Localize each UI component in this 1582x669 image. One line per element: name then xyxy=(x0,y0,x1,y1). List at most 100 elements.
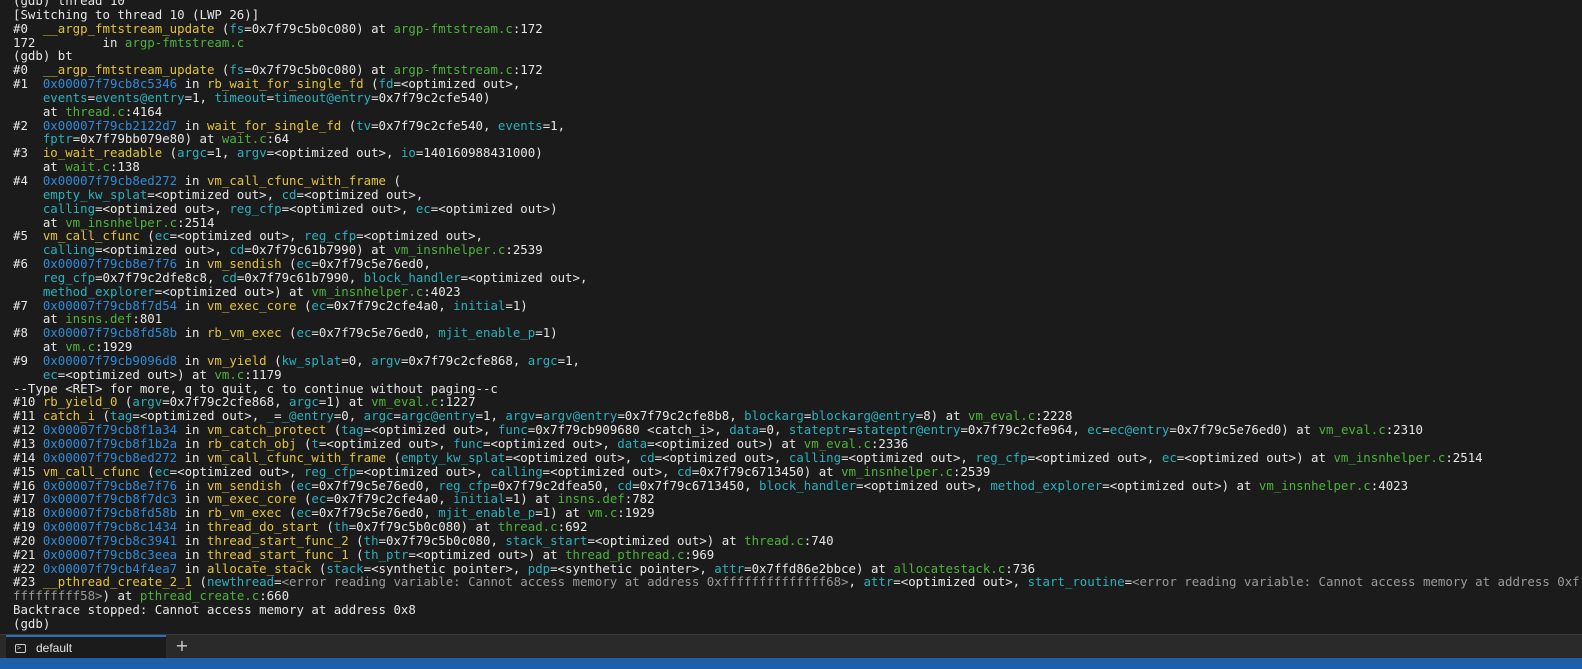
argument-name: ec xyxy=(154,463,170,479)
argument-name: pdp xyxy=(527,560,551,576)
terminal-text: =0x7f79c2cfe4a0, xyxy=(326,297,454,313)
terminal-text: ( xyxy=(117,394,133,410)
terminal-text: =<optimized out>, xyxy=(356,228,483,244)
terminal-text: #0 xyxy=(13,62,43,78)
terminal-text: =0x7f79c2cfe540) xyxy=(371,89,491,105)
terminal-text: :64 xyxy=(266,131,290,147)
terminal-line: empty_kw_splat=<optimized out>, cd=<opti… xyxy=(13,186,1580,202)
frame-address: 0x00007f79cb8fd58b xyxy=(42,505,178,521)
terminal-text: =<optimized out>, xyxy=(363,422,498,438)
terminal-text: :1929 xyxy=(95,339,133,355)
terminal-text: #4 xyxy=(13,172,43,188)
terminal-text: ( xyxy=(296,297,312,313)
terminal-line: #22 0x00007f79cb4f4ea7 in allocate_stack… xyxy=(13,560,1580,576)
argument-name: calling xyxy=(490,463,543,479)
argument-name: cd xyxy=(221,269,237,285)
terminal-line: #9 0x00007f79cb9096d8 in vm_yield (kw_sp… xyxy=(13,354,1580,368)
terminal-text: ( xyxy=(386,449,401,465)
source-file: vm_eval.c xyxy=(371,394,439,410)
argument-name: argc xyxy=(289,394,319,410)
function-name: thread_start_func_2 xyxy=(206,532,349,548)
argument-name: cd xyxy=(229,242,245,258)
terminal-text: =0x7f79c5e76ed0, xyxy=(311,505,439,521)
argument-name: stateptr@entry xyxy=(856,422,961,438)
terminal-text: ( xyxy=(318,519,334,535)
terminal-text: #18 xyxy=(13,505,43,521)
argument-name: method_explorer xyxy=(990,477,1103,493)
terminal-text: #7 xyxy=(13,297,43,313)
terminal-text: =0x7f79c5b0c080) at xyxy=(244,20,394,36)
argument-name: mjit_enable_p xyxy=(438,505,536,521)
terminal-text: =<optimized out>, xyxy=(147,186,282,202)
terminal-line: #15 vm_call_cfunc (ec=<optimized out>, r… xyxy=(13,463,1580,479)
terminal-text: #19 xyxy=(13,519,43,535)
argument-name: argv xyxy=(236,145,267,161)
argument-name: ec@entry xyxy=(1109,422,1170,438)
terminal-text: ( xyxy=(281,256,297,272)
argument-name: initial xyxy=(453,491,506,507)
terminal-text: =1, xyxy=(542,117,566,133)
argument-name: data xyxy=(729,422,760,438)
function-name: catch_i xyxy=(42,408,96,424)
terminal-text: :2514 xyxy=(177,214,215,230)
argument-name: cd xyxy=(617,477,633,493)
terminal-text: 172 in xyxy=(13,34,125,50)
terminal-text: Backtrace stopped: Cannot access memory … xyxy=(13,602,416,618)
terminal-text: in xyxy=(177,560,207,576)
terminal-text: in xyxy=(177,505,207,521)
terminal-line: at insns.def:801 xyxy=(13,312,1580,326)
function-name: vm_call_cfunc_with_frame xyxy=(206,449,387,465)
terminal-line: #0 __argp_fmtstream_update (fs=0x7f79c5b… xyxy=(13,20,1580,36)
frame-address: 0x00007f79cb8ed272 xyxy=(42,449,178,465)
terminal-text: :660 xyxy=(259,588,290,604)
argument-name: reg_cfp xyxy=(975,449,1028,465)
terminal-text: :2539 xyxy=(952,463,991,479)
argument-name: ec xyxy=(296,477,312,493)
terminal-line: #17 0x00007f79cb8f7dc3 in vm_exec_core (… xyxy=(13,492,1580,506)
add-tab-button[interactable]: + xyxy=(173,636,191,656)
terminal-text: =0x7f79c5e76ed0, xyxy=(311,325,439,341)
terminal-line: at thread.c:4164 xyxy=(13,104,1580,119)
terminal-text: = xyxy=(274,574,282,590)
terminal-text: (gdb) xyxy=(13,615,51,631)
argument-name: empty_kw_splat xyxy=(400,449,506,465)
terminal-text: =0x7f79c2dfea50, xyxy=(490,477,618,493)
terminal-line: #7 0x00007f79cb8f7d54 in vm_exec_core (e… xyxy=(13,297,1580,313)
terminal-text: in xyxy=(177,436,207,451)
argument-name: attr xyxy=(714,560,745,576)
terminal-text: =<synthetic pointer>, xyxy=(363,560,528,576)
terminal-text: #15 xyxy=(13,463,43,479)
source-file: wait.c xyxy=(65,159,110,175)
function-name: vm_sendish xyxy=(206,477,282,493)
terminal-text: in xyxy=(177,297,207,313)
argument-name: cd xyxy=(639,449,655,465)
terminal-output[interactable]: (gdb) thread 10 [Switching to thread 10 (… xyxy=(0,0,1582,634)
terminal-text: =1) at xyxy=(318,394,372,410)
terminal-text: ( xyxy=(296,436,312,451)
terminal-text: ( xyxy=(266,352,282,368)
terminal-line: --Type <RET> for more, q to quit, c to c… xyxy=(13,381,1580,396)
argument-name: stateptr xyxy=(788,422,849,438)
source-file: vm.c xyxy=(587,505,618,521)
function-name: thread_start_func_1 xyxy=(206,546,349,562)
terminal-line: fptr=0x7f79bb079e80) at wait.c:64 xyxy=(13,132,1580,146)
terminal-text: =<optimized out>, xyxy=(654,449,789,465)
terminal-text: =0, xyxy=(341,352,372,368)
error-text: <error reading variable: Cannot access m… xyxy=(1132,574,1580,590)
terminal-text: :2539 xyxy=(505,242,543,258)
terminal-text: in xyxy=(177,491,207,507)
terminal-text: ( xyxy=(386,172,401,188)
terminal-text: #8 xyxy=(13,325,43,341)
argument-name: argv xyxy=(371,352,401,368)
function-name: vm_exec_core xyxy=(206,297,297,313)
frame-address: 0x00007f79cb8fd58b xyxy=(42,325,178,341)
terminal-line: #4 0x00007f79cb8ed272 in vm_call_cfunc_w… xyxy=(13,174,1580,188)
terminal-text: :1929 xyxy=(617,505,655,521)
argument-name: ec xyxy=(311,297,327,313)
terminal-line: at vm.c:1929 xyxy=(13,340,1580,354)
terminal-text: #20 xyxy=(13,532,43,548)
argument-name: tv xyxy=(356,117,372,133)
terminal-text: =<optimized out>, xyxy=(393,76,521,92)
tab-default[interactable]: > default xyxy=(6,635,166,659)
frame-address: 0x00007f79cb8c3941 xyxy=(42,532,178,548)
